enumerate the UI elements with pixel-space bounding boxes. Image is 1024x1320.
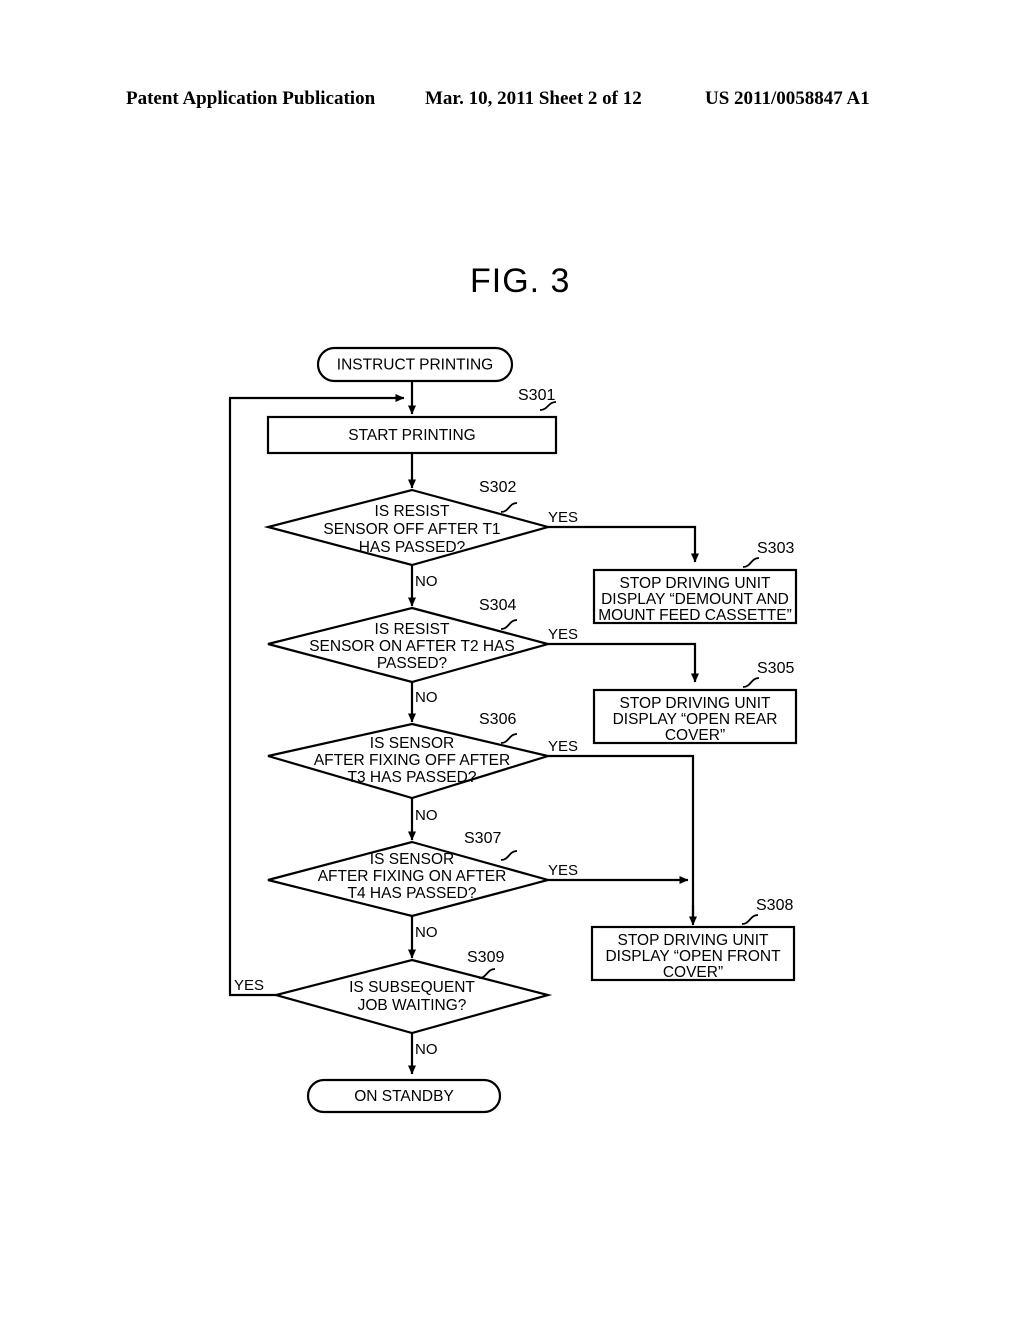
step-label-s307-text: S307 [464, 830, 501, 847]
process-s303-line-3: MOUNT FEED CASSETTE” [598, 607, 791, 624]
decision-s307[interactable]: IS SENSOR AFTER FIXING ON AFTER T4 HAS P… [267, 840, 553, 918]
step-label-s302: S302 [479, 479, 518, 513]
terminal-on-standby-label: ON STANDBY [354, 1088, 454, 1105]
decision-s302-line-2: SENSOR OFF AFTER T1 [323, 521, 500, 538]
decision-s309-line-2: JOB WAITING? [358, 997, 467, 1014]
decision-s309[interactable]: IS SUBSEQUENT JOB WAITING? [271, 958, 553, 1035]
step-label-s304: S304 [479, 597, 518, 630]
process-s305[interactable]: STOP DRIVING UNIT DISPLAY “OPEN REAR COV… [592, 688, 798, 745]
branch-s306-no: NO [415, 807, 438, 824]
decision-s306-line-1: IS SENSOR [370, 735, 454, 752]
step-label-s307: S307 [464, 830, 518, 861]
decision-s306-line-2: AFTER FIXING OFF AFTER [314, 752, 510, 769]
decision-s307-line-3: T4 HAS PASSED? [348, 885, 477, 902]
process-s303-line-1: STOP DRIVING UNIT [619, 575, 771, 592]
terminal-on-standby[interactable]: ON STANDBY [306, 1078, 502, 1114]
process-s308[interactable]: STOP DRIVING UNIT DISPLAY “OPEN FRONT CO… [590, 925, 796, 982]
decision-s304-line-1: IS RESIST [375, 621, 450, 638]
step-label-s305: S305 [742, 660, 794, 688]
branch-s302-no: NO [415, 573, 438, 590]
decision-s302-line-3: HAS PASSED? [359, 539, 466, 556]
step-label-s306-text: S306 [479, 711, 516, 728]
process-s303-line-2: DISPLAY “DEMOUNT AND [601, 591, 789, 608]
process-s308-line-3: COVER” [663, 964, 723, 981]
decision-s306-line-3: T3 HAS PASSED? [348, 769, 477, 786]
decision-s307-line-1: IS SENSOR [370, 851, 454, 868]
connector-s304-yes-to-s305 [548, 642, 699, 683]
step-label-s301: S301 [518, 387, 557, 411]
branch-s304-no: NO [415, 689, 438, 706]
decision-s302-line-1: IS RESIST [375, 503, 450, 520]
branch-s309-no: NO [415, 1041, 438, 1058]
branch-s309-yes: YES [234, 977, 264, 994]
branch-s307-yes: YES [548, 862, 578, 879]
decision-s302[interactable]: IS RESIST SENSOR OFF AFTER T1 HAS PASSED… [263, 488, 553, 567]
connector-s302-yes-to-s303 [548, 525, 699, 563]
decision-s307-line-2: AFTER FIXING ON AFTER [318, 868, 507, 885]
process-s301-start-printing[interactable]: START PRINTING [266, 415, 558, 455]
patent-figure-page: Patent Application Publication Mar. 10, … [0, 0, 1024, 1320]
step-label-s308: S308 [741, 897, 793, 925]
process-s305-line-1: STOP DRIVING UNIT [619, 695, 771, 712]
branch-s306-yes: YES [548, 738, 578, 755]
flowchart-diagram: INSTRUCT PRINTING START PRINTING S301 IS… [228, 346, 798, 1114]
connector-s306-yes-to-s308 [548, 754, 697, 926]
step-label-s305-text: S305 [757, 660, 794, 677]
process-s301-line-1: START PRINTING [348, 427, 475, 444]
step-label-s309-text: S309 [467, 949, 504, 966]
terminal-instruct-printing-label: INSTRUCT PRINTING [337, 357, 493, 374]
process-s305-line-2: DISPLAY “OPEN REAR [613, 711, 778, 728]
step-label-s303: S303 [742, 540, 794, 568]
process-s303[interactable]: STOP DRIVING UNIT DISPLAY “DEMOUNT AND M… [592, 568, 798, 625]
step-label-s304-text: S304 [479, 597, 516, 614]
decision-s304-line-3: PASSED? [377, 655, 448, 672]
process-s308-line-2: DISPLAY “OPEN FRONT [605, 948, 781, 965]
decision-s306[interactable]: IS SENSOR AFTER FIXING OFF AFTER T3 HAS … [267, 722, 553, 800]
decision-s304[interactable]: IS RESIST SENSOR ON AFTER T2 HAS PASSED? [267, 606, 553, 684]
process-s308-line-1: STOP DRIVING UNIT [617, 932, 769, 949]
branch-s304-yes: YES [548, 626, 578, 643]
branch-s302-yes: YES [548, 509, 578, 526]
step-label-s306: S306 [479, 711, 518, 744]
step-label-s308-text: S308 [756, 897, 793, 914]
step-label-s301-text: S301 [518, 387, 555, 404]
step-label-s302-text: S302 [479, 479, 516, 496]
branch-s307-no: NO [415, 924, 438, 941]
decision-s304-line-2: SENSOR ON AFTER T2 HAS [309, 638, 515, 655]
step-label-s303-text: S303 [757, 540, 794, 557]
decision-s309-line-1: IS SUBSEQUENT [349, 979, 475, 996]
step-label-s309: S309 [467, 949, 504, 979]
terminal-instruct-printing[interactable]: INSTRUCT PRINTING [316, 346, 514, 383]
process-s305-line-3: COVER” [665, 727, 725, 744]
